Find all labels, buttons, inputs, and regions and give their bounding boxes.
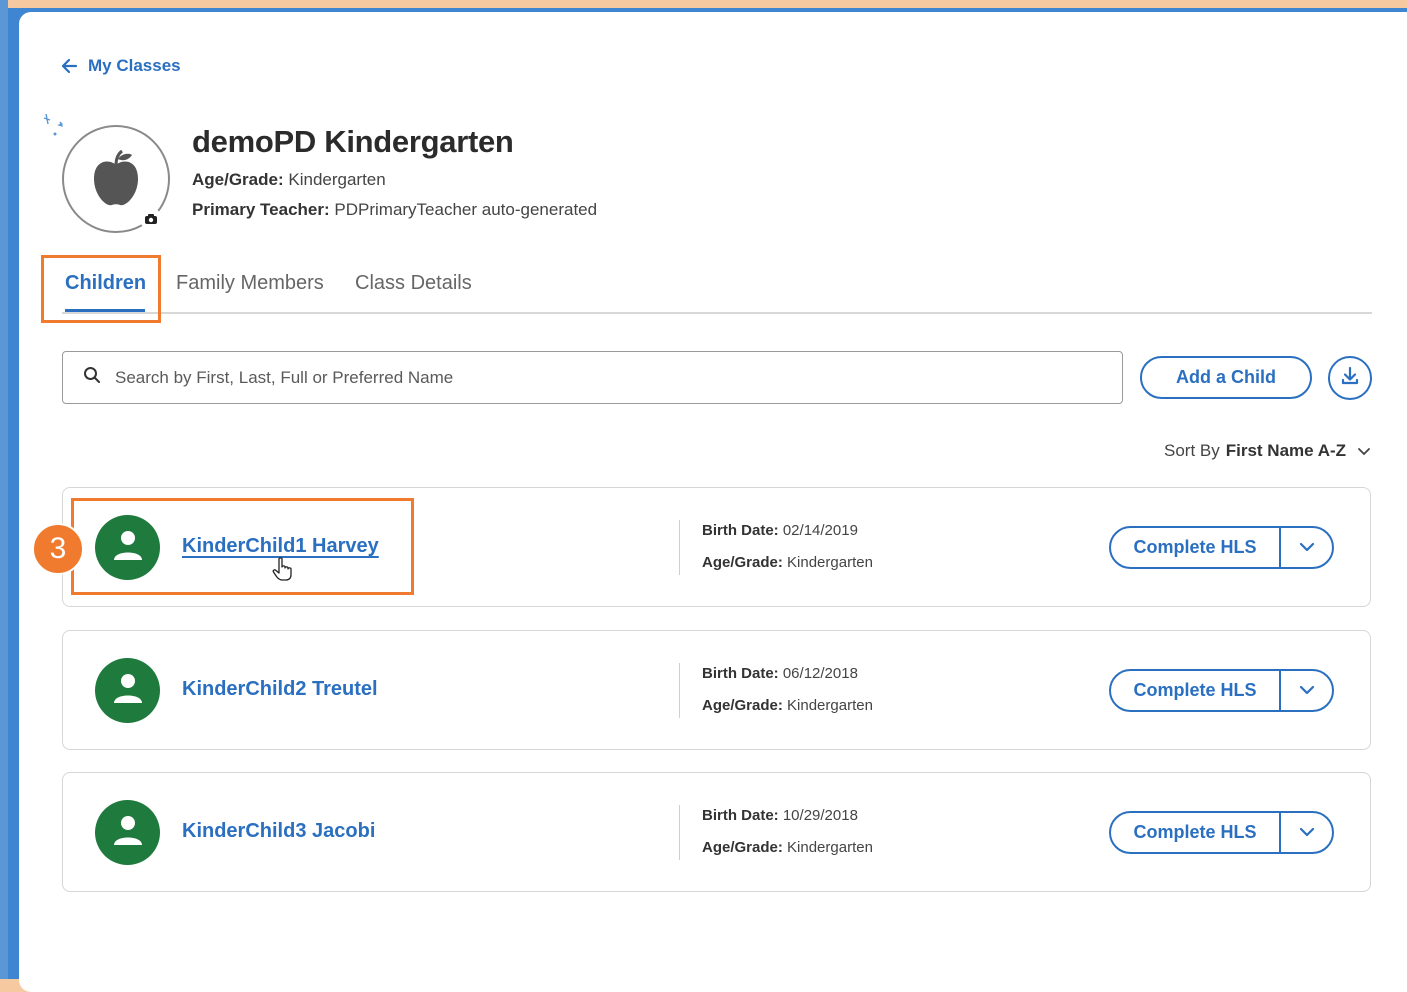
complete-hls-split-button: Complete HLS xyxy=(1109,669,1334,712)
child-name-link[interactable]: KinderChild3 Jacobi xyxy=(182,820,375,843)
teacher-label: Primary Teacher: xyxy=(192,200,330,219)
sort-label: Sort By xyxy=(1164,441,1220,460)
age-grade-row: Age/Grade: Kindergarten xyxy=(702,697,873,714)
birth-date-label: Birth Date: xyxy=(702,665,779,682)
hand-cursor-icon xyxy=(271,556,295,587)
birth-date-value: 02/14/2019 xyxy=(782,522,858,539)
sort-control[interactable]: Sort By First Name A-Z xyxy=(1164,441,1370,461)
hls-dropdown-toggle[interactable] xyxy=(1281,528,1332,567)
complete-hls-split-button: Complete HLS xyxy=(1109,526,1334,569)
age-grade-label: Age/Grade: xyxy=(192,170,284,189)
birth-date-value: 06/12/2018 xyxy=(782,665,858,682)
age-grade-row: Age/Grade: Kindergarten xyxy=(702,554,873,571)
hls-dropdown-toggle[interactable] xyxy=(1281,813,1332,852)
back-link[interactable]: My Classes xyxy=(60,56,181,76)
birth-date-row: Birth Date: 02/14/2019 xyxy=(702,522,858,539)
complete-hls-split-button: Complete HLS xyxy=(1109,811,1334,854)
add-child-button[interactable]: Add a Child xyxy=(1140,356,1312,399)
person-icon xyxy=(111,813,145,852)
chevron-down-icon xyxy=(1358,441,1370,461)
download-icon xyxy=(1339,365,1361,392)
sparkle-icon xyxy=(40,110,70,145)
complete-hls-button[interactable]: Complete HLS xyxy=(1111,813,1281,852)
sort-value: First Name A-Z xyxy=(1225,441,1347,460)
age-grade-value: Kindergarten xyxy=(288,170,386,189)
background-top xyxy=(0,0,1407,8)
birth-date-row: Birth Date: 10/29/2018 xyxy=(702,807,858,824)
class-age-grade: Age/Grade: Kindergarten xyxy=(192,170,386,190)
birth-date-row: Birth Date: 06/12/2018 xyxy=(702,665,858,682)
chevron-down-icon xyxy=(1299,682,1315,700)
search-input[interactable] xyxy=(113,366,1017,389)
tab-family-members[interactable]: Family Members xyxy=(176,272,324,295)
child-age-grade-value: Kindergarten xyxy=(787,839,873,856)
birth-date-label: Birth Date: xyxy=(702,807,779,824)
download-button[interactable] xyxy=(1328,356,1372,400)
birth-date-label: Birth Date: xyxy=(702,522,779,539)
card-divider xyxy=(679,663,680,718)
child-age-grade-value: Kindergarten xyxy=(787,554,873,571)
card-divider xyxy=(679,520,680,575)
child-name-link[interactable]: KinderChild2 Treutel xyxy=(182,678,378,701)
step-badge: 3 xyxy=(32,523,84,575)
arrow-left-icon xyxy=(60,57,78,75)
hls-dropdown-toggle[interactable] xyxy=(1281,671,1332,710)
child-age-grade-label: Age/Grade: xyxy=(702,839,783,856)
tab-class-details[interactable]: Class Details xyxy=(355,272,472,295)
chevron-down-icon xyxy=(1299,824,1315,842)
chevron-down-icon xyxy=(1299,539,1315,557)
camera-icon[interactable] xyxy=(140,208,162,230)
child-card: KinderChild3 Jacobi Birth Date: 10/29/20… xyxy=(62,772,1371,892)
birth-date-value: 10/29/2018 xyxy=(782,807,858,824)
highlight-box-child xyxy=(71,498,414,595)
person-icon xyxy=(111,671,145,710)
frame-left-strip xyxy=(0,0,8,979)
card-divider xyxy=(679,805,680,860)
complete-hls-button[interactable]: Complete HLS xyxy=(1111,671,1281,710)
complete-hls-button[interactable]: Complete HLS xyxy=(1111,528,1281,567)
child-age-grade-value: Kindergarten xyxy=(787,697,873,714)
highlight-box-tab xyxy=(41,255,161,323)
child-age-grade-label: Age/Grade: xyxy=(702,697,783,714)
teacher-value: PDPrimaryTeacher auto-generated xyxy=(334,200,598,219)
child-age-grade-label: Age/Grade: xyxy=(702,554,783,571)
child-avatar xyxy=(95,800,160,865)
child-avatar xyxy=(95,658,160,723)
class-teacher: Primary Teacher: PDPrimaryTeacher auto-g… xyxy=(192,200,597,220)
back-link-label: My Classes xyxy=(88,56,181,75)
tab-bar: Children Family Members Class Details xyxy=(62,270,1372,314)
child-card: KinderChild2 Treutel Birth Date: 06/12/2… xyxy=(62,630,1371,750)
class-title: demoPD Kindergarten xyxy=(192,124,514,159)
search-box[interactable] xyxy=(62,351,1123,404)
age-grade-row: Age/Grade: Kindergarten xyxy=(702,839,873,856)
search-icon xyxy=(83,366,101,389)
